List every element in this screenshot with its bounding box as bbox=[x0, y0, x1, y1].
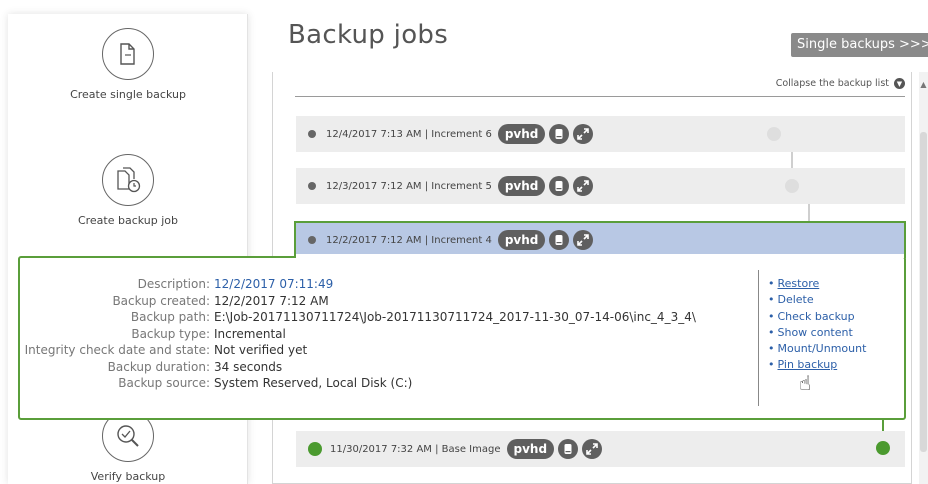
backup-source-label: Backup source: bbox=[118, 376, 210, 390]
backup-duration-label: Backup duration: bbox=[107, 359, 210, 374]
backup-row[interactable]: 12/3/2017 7:12 AM | Increment 5 pvhd bbox=[296, 168, 905, 204]
backup-details-panel: Description: 12/2/2017 07:11:49 Backup cr… bbox=[18, 256, 906, 420]
backup-path-value: E:\Job-20171130711724\Job-20171130711724… bbox=[214, 310, 696, 324]
pvhd-badge: pvhd bbox=[497, 176, 546, 196]
details-divider bbox=[758, 270, 759, 406]
expand-icon[interactable] bbox=[573, 230, 594, 250]
pvhd-badge: pvhd bbox=[497, 124, 546, 144]
backup-path-label: Backup path: bbox=[130, 310, 210, 324]
scrollbar[interactable]: ▲ bbox=[919, 72, 928, 484]
description-label: Description: bbox=[137, 277, 210, 291]
disk-icon[interactable] bbox=[558, 439, 579, 459]
integrity-check-label: Integrity check date and state: bbox=[24, 343, 210, 357]
backup-duration-value: 34 seconds bbox=[214, 359, 283, 374]
disk-icon[interactable] bbox=[549, 124, 570, 144]
chain-node bbox=[785, 179, 799, 193]
backup-created-value: 12/2/2017 7:12 AM bbox=[214, 293, 329, 308]
collapse-backup-list-link[interactable]: Collapse the backup list ▼ bbox=[776, 78, 905, 89]
disk-icon[interactable] bbox=[549, 230, 570, 250]
integrity-check-value: Not verified yet bbox=[214, 343, 308, 357]
divider bbox=[295, 96, 905, 97]
single-document-icon bbox=[102, 28, 154, 80]
restore-link[interactable]: • Restore bbox=[768, 276, 866, 292]
verify-backup-action[interactable]: Verify backup bbox=[8, 410, 248, 483]
backup-type-label: Backup type: bbox=[131, 326, 210, 341]
chain-node bbox=[767, 127, 781, 141]
backup-status-dot bbox=[308, 130, 316, 138]
scroll-thumb[interactable] bbox=[920, 132, 927, 452]
pvhd-badge: pvhd bbox=[497, 230, 546, 250]
base-chain-node bbox=[876, 441, 890, 455]
backup-actions-list: • Restore • Delete • Check backup • Show con… bbox=[768, 276, 866, 374]
hand-cursor-icon: ☝ bbox=[799, 371, 812, 395]
backup-row[interactable]: 12/4/2017 7:13 AM | Increment 6 pvhd bbox=[296, 116, 905, 152]
create-single-backup-label: Create single backup bbox=[70, 88, 186, 101]
backup-created-label: Backup created: bbox=[112, 293, 210, 308]
expand-icon[interactable] bbox=[573, 176, 594, 196]
chevron-down-icon: ▼ bbox=[894, 78, 905, 89]
check-backup-link[interactable]: • Check backup bbox=[768, 309, 866, 325]
collapse-label: Collapse the backup list bbox=[775, 78, 889, 89]
base-image-status-dot bbox=[308, 442, 322, 456]
details-list: Description: 12/2/2017 07:11:49 Backup cr… bbox=[20, 276, 760, 392]
backup-row-selected[interactable]: 12/2/2017 7:12 AM | Increment 4 pvhd bbox=[294, 221, 906, 257]
backup-status-dot bbox=[308, 236, 316, 244]
backup-row-base[interactable]: 11/30/2017 7:32 AM | Base Image pvhd bbox=[296, 431, 905, 467]
create-backup-job-label: Create backup job bbox=[77, 214, 179, 227]
backup-row-label: 12/3/2017 7:12 AM | Increment 5 bbox=[326, 180, 492, 192]
create-backup-job-action[interactable]: Create backup job bbox=[8, 154, 248, 227]
backup-row-label: 12/2/2017 7:12 AM | Increment 4 bbox=[326, 234, 492, 246]
create-single-backup-action[interactable]: Create single backup bbox=[8, 28, 248, 101]
backup-type-value: Incremental bbox=[214, 326, 286, 341]
page-title: Backup jobs bbox=[288, 20, 449, 50]
show-content-link[interactable]: • Show content bbox=[768, 325, 866, 341]
expand-icon[interactable] bbox=[573, 124, 594, 144]
backup-status-dot bbox=[308, 182, 316, 190]
verify-backup-label: Verify backup bbox=[90, 470, 166, 483]
disk-icon[interactable] bbox=[549, 176, 570, 196]
description-value[interactable]: 12/2/2017 07:11:49 bbox=[214, 276, 333, 293]
scheduled-documents-icon bbox=[102, 154, 154, 206]
pin-backup-link[interactable]: • Pin backup bbox=[768, 357, 866, 373]
details-connector bbox=[294, 254, 906, 258]
backup-row-label: 12/4/2017 7:13 AM | Increment 6 bbox=[326, 128, 492, 140]
delete-link[interactable]: • Delete bbox=[768, 292, 866, 308]
backup-row-label: 11/30/2017 7:32 AM | Base Image bbox=[330, 443, 501, 455]
backup-source-value: System Reserved, Local Disk (C:) bbox=[214, 376, 413, 390]
pvhd-badge: pvhd bbox=[506, 439, 555, 459]
mount-unmount-link[interactable]: • Mount/Unmount bbox=[768, 341, 866, 357]
scroll-up-icon[interactable]: ▲ bbox=[919, 80, 928, 89]
single-backups-button[interactable]: Single backups >>> bbox=[791, 33, 928, 57]
expand-icon[interactable] bbox=[582, 439, 603, 459]
